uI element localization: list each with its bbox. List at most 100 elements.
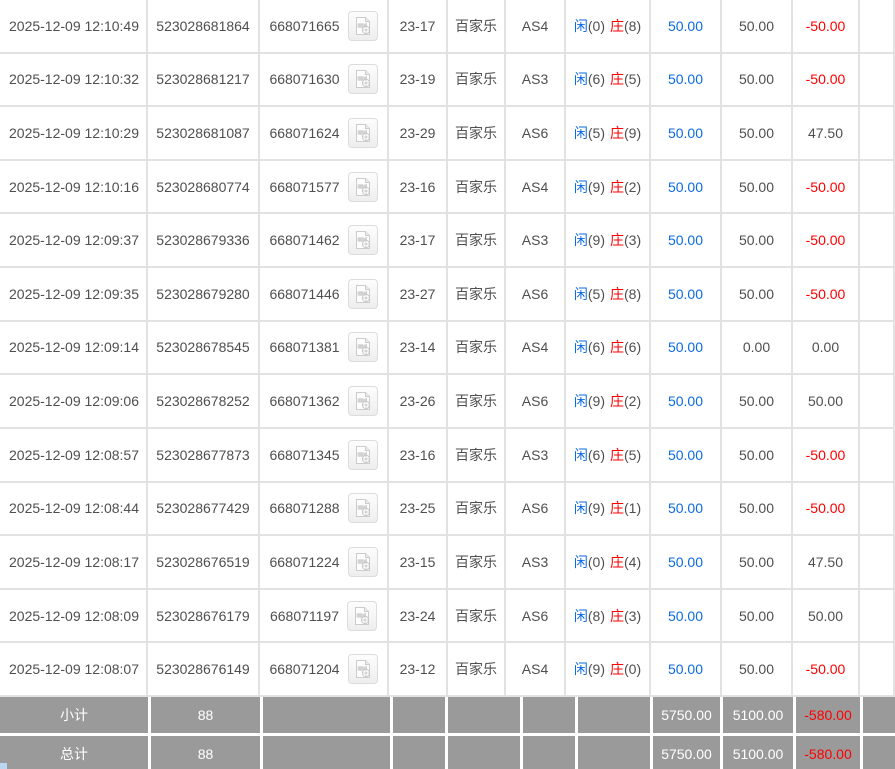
round-cell: 668071362 bbox=[260, 375, 389, 429]
banker-points: (9) bbox=[624, 125, 642, 142]
total-win-loss: -580.00 bbox=[796, 736, 860, 769]
table-name: AS6 bbox=[506, 107, 566, 161]
video-file-icon bbox=[355, 231, 370, 250]
summary-empty-cell bbox=[578, 736, 650, 769]
round-cell: 668071462 bbox=[260, 214, 389, 269]
player-label: 闲 bbox=[573, 393, 588, 410]
video-replay-button[interactable] bbox=[347, 493, 378, 524]
game-name: 百家乐 bbox=[448, 107, 506, 161]
player-label: 闲 bbox=[573, 553, 588, 570]
video-file-icon bbox=[355, 338, 370, 357]
round-number: 668071197 bbox=[269, 607, 340, 624]
round-cell: 668071577 bbox=[260, 160, 389, 215]
bet-number: 523028679336 bbox=[148, 214, 260, 269]
bet-time: 2025-12-09 12:09:06 bbox=[0, 375, 148, 429]
row-empty-cell bbox=[860, 268, 895, 322]
summary-empty-cell bbox=[523, 736, 575, 769]
bet-time: 2025-12-09 12:09:37 bbox=[0, 214, 148, 269]
win-loss: -50.00 bbox=[793, 428, 860, 483]
bet-amount-link[interactable]: 50.00 bbox=[651, 482, 722, 537]
bet-number: 523028677429 bbox=[148, 482, 260, 537]
video-replay-button[interactable] bbox=[347, 64, 378, 95]
bet-amount-link[interactable]: 50.00 bbox=[651, 53, 722, 108]
shoe-round: 23-26 bbox=[389, 375, 448, 429]
bet-number: 523028678252 bbox=[148, 375, 260, 429]
game-result: 闲 (5) 庄 (9) bbox=[566, 107, 651, 161]
bet-amount-link[interactable]: 50.00 bbox=[651, 375, 722, 429]
win-loss: -50.00 bbox=[793, 214, 860, 269]
banker-points: (6) bbox=[624, 339, 642, 356]
video-replay-button[interactable] bbox=[347, 118, 378, 149]
round-number: 668071462 bbox=[269, 232, 340, 249]
shoe-round: 23-12 bbox=[389, 643, 448, 697]
valid-amount: 50.00 bbox=[722, 107, 793, 161]
valid-amount: 50.00 bbox=[722, 53, 793, 108]
bet-time: 2025-12-09 12:08:17 bbox=[0, 536, 148, 590]
table-name: AS4 bbox=[506, 643, 566, 697]
player-points: (9) bbox=[587, 232, 605, 249]
win-loss: -50.00 bbox=[793, 268, 860, 322]
bet-amount-link[interactable]: 50.00 bbox=[651, 589, 722, 644]
banker-label: 庄 bbox=[610, 393, 624, 410]
bet-number: 523028677873 bbox=[148, 428, 260, 483]
game-result: 闲 (6) 庄 (5) bbox=[566, 53, 651, 108]
game-result: 闲 (8) 庄 (3) bbox=[566, 589, 651, 644]
video-replay-button[interactable] bbox=[347, 439, 378, 470]
bet-amount-link[interactable]: 50.00 bbox=[651, 214, 722, 269]
total-label: 总计 bbox=[0, 736, 148, 769]
video-replay-button[interactable] bbox=[347, 332, 378, 363]
round-cell: 668071197 bbox=[260, 589, 389, 644]
row-empty-cell bbox=[860, 375, 895, 429]
shoe-round: 23-24 bbox=[389, 589, 448, 644]
banker-points: (5) bbox=[624, 446, 642, 463]
bet-time: 2025-12-09 12:10:32 bbox=[0, 53, 148, 108]
valid-amount: 50.00 bbox=[722, 428, 793, 483]
game-name: 百家乐 bbox=[448, 0, 506, 54]
game-name: 百家乐 bbox=[448, 536, 506, 590]
shoe-round: 23-25 bbox=[389, 482, 448, 537]
bet-amount-link[interactable]: 50.00 bbox=[651, 268, 722, 322]
bet-amount-link[interactable]: 50.00 bbox=[651, 428, 722, 483]
summary-section: 小计 88 5750.00 5100.00 -580.00 总计 88 5750… bbox=[0, 697, 895, 769]
bet-amount-link[interactable]: 50.00 bbox=[651, 107, 722, 161]
banker-points: (2) bbox=[624, 178, 642, 195]
video-replay-button[interactable] bbox=[347, 546, 378, 577]
summary-empty-cell bbox=[393, 697, 445, 733]
video-file-icon bbox=[355, 552, 370, 571]
video-replay-button[interactable] bbox=[347, 600, 378, 631]
row-empty-cell bbox=[860, 53, 895, 108]
bet-records-page: 2025-12-09 12:10:49 523028681864 6680716… bbox=[0, 0, 895, 769]
valid-amount: 50.00 bbox=[722, 214, 793, 269]
row-empty-cell bbox=[860, 321, 895, 376]
valid-amount: 50.00 bbox=[722, 589, 793, 644]
bet-number: 523028676149 bbox=[148, 643, 260, 697]
round-number: 668071288 bbox=[269, 500, 340, 517]
valid-amount: 0.00 bbox=[722, 321, 793, 376]
bet-amount-link[interactable]: 50.00 bbox=[651, 536, 722, 590]
player-label: 闲 bbox=[573, 125, 588, 142]
video-replay-button[interactable] bbox=[347, 386, 378, 417]
banker-points: (3) bbox=[624, 607, 642, 624]
win-loss: -50.00 bbox=[793, 160, 860, 215]
player-points: (0) bbox=[587, 553, 605, 570]
bet-amount-link[interactable]: 50.00 bbox=[651, 321, 722, 376]
round-cell: 668071624 bbox=[260, 107, 389, 161]
bet-number: 523028680774 bbox=[148, 160, 260, 215]
valid-amount: 50.00 bbox=[722, 0, 793, 54]
video-replay-button[interactable] bbox=[347, 654, 378, 685]
video-replay-button[interactable] bbox=[347, 225, 378, 256]
bet-amount-link[interactable]: 50.00 bbox=[651, 643, 722, 697]
bet-amount-link[interactable]: 50.00 bbox=[651, 160, 722, 215]
bet-amount-link[interactable]: 50.00 bbox=[651, 0, 722, 54]
video-replay-button[interactable] bbox=[347, 171, 378, 202]
bet-time: 2025-12-09 12:08:57 bbox=[0, 428, 148, 483]
subtotal-count: 88 bbox=[151, 697, 260, 733]
game-name: 百家乐 bbox=[448, 643, 506, 697]
video-replay-button[interactable] bbox=[347, 278, 378, 309]
game-name: 百家乐 bbox=[448, 375, 506, 429]
round-cell: 668071288 bbox=[260, 482, 389, 537]
bet-number: 523028676519 bbox=[148, 536, 260, 590]
video-file-icon bbox=[355, 392, 370, 411]
video-replay-button[interactable] bbox=[347, 10, 378, 41]
shoe-round: 23-19 bbox=[389, 53, 448, 108]
